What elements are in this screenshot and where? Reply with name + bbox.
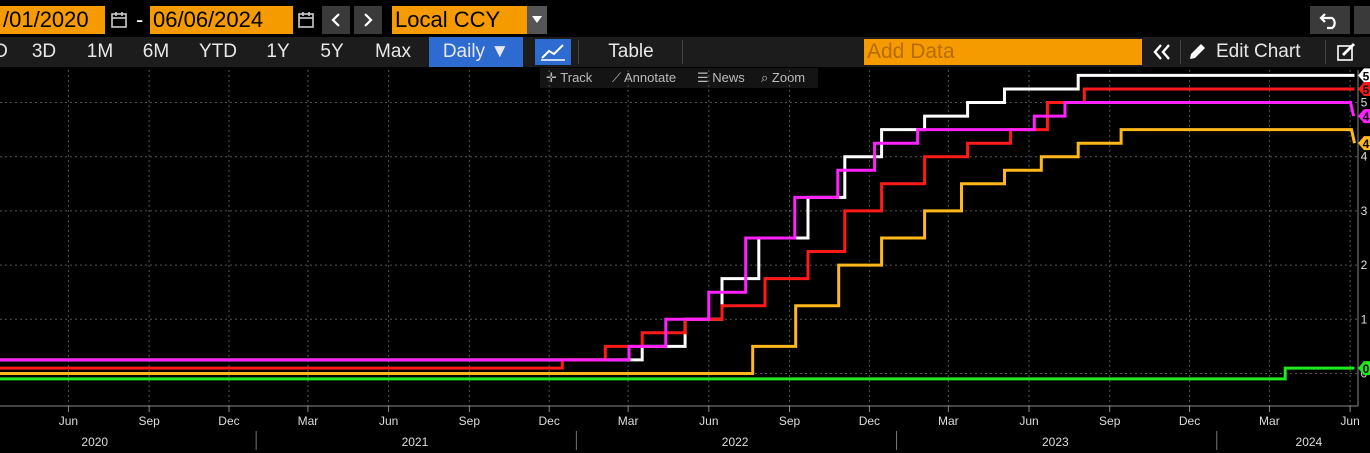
next-period-button[interactable]	[354, 6, 382, 34]
y-tick-label: 1	[1361, 312, 1368, 326]
x-tick-label: Mar	[1259, 414, 1280, 428]
series-line	[0, 101, 1356, 362]
series-line	[0, 128, 1356, 375]
calendar-icon[interactable]	[108, 6, 130, 34]
currency-select[interactable]: Local CCY	[392, 6, 527, 34]
series-end-tag: 4	[1358, 109, 1370, 124]
x-tick-label: Sep	[138, 414, 160, 428]
range-3d-button[interactable]: 3D	[22, 37, 66, 67]
frequency-select[interactable]: Daily ▼	[429, 37, 523, 67]
x-tick-label: Dec	[859, 414, 880, 428]
series-end-tag-label: 5	[1363, 83, 1370, 97]
y-tick-label: 5	[1361, 96, 1368, 110]
series-end-tag-label: 4	[1363, 137, 1370, 151]
series-end-tag: 5	[1358, 68, 1370, 83]
edit-chart-button[interactable]: Edit Chart	[1216, 37, 1320, 67]
year-label: 2024	[1296, 435, 1323, 449]
x-tick-label: Jun	[1340, 414, 1359, 428]
series-end-tag-label: 4	[1363, 110, 1370, 124]
currency-dropdown-icon[interactable]	[527, 6, 547, 34]
series-line	[0, 73, 1355, 362]
year-label: 2021	[402, 435, 429, 449]
collapse-double-chevron-icon[interactable]	[1148, 37, 1176, 67]
date-separator: -	[136, 7, 144, 32]
year-label: 2022	[722, 435, 749, 449]
x-tick-label: Jun	[699, 414, 718, 428]
range-d-button[interactable]: D	[0, 37, 8, 67]
add-data-input[interactable]: Add Data	[864, 39, 1142, 65]
range-1y-button[interactable]: 1Y	[258, 37, 298, 67]
x-tick-label: Dec	[218, 414, 239, 428]
x-tick-label: Dec	[538, 414, 559, 428]
series-end-tag-label: 5	[1363, 69, 1370, 83]
calendar-icon[interactable]	[295, 6, 317, 34]
range-1m-button[interactable]: 1M	[78, 37, 122, 67]
start-date-field[interactable]: /01/2020	[0, 6, 105, 34]
date-toolbar: /01/2020 - 06/06/2024 Local CCY	[0, 0, 1370, 37]
y-tick-label: 4	[1361, 150, 1368, 164]
y-tick-label: 2	[1361, 258, 1368, 272]
series-end-tag-label: 0	[1363, 362, 1370, 376]
window-menu-button[interactable]	[1354, 6, 1370, 34]
year-label: 2020	[81, 435, 108, 449]
prev-period-button[interactable]	[322, 6, 350, 34]
range-max-button[interactable]: Max	[366, 37, 420, 67]
x-tick-label: Sep	[1099, 414, 1121, 428]
table-button[interactable]: Table	[590, 37, 672, 67]
x-tick-label: Sep	[779, 414, 801, 428]
x-tick-label: Sep	[459, 414, 481, 428]
undo-button[interactable]	[1310, 6, 1350, 34]
year-label: 2023	[1042, 435, 1069, 449]
chart-settings-icon[interactable]	[1332, 37, 1360, 67]
x-tick-label: Dec	[1179, 414, 1200, 428]
undo-icon	[1319, 13, 1336, 30]
x-tick-label: Mar	[298, 414, 319, 428]
range-ytd-button[interactable]: YTD	[190, 37, 246, 67]
y-tick-label: 3	[1361, 204, 1368, 218]
x-tick-label: Mar	[938, 414, 959, 428]
x-tick-label: Jun	[59, 414, 78, 428]
range-toolbar: D 3D 1M 6M YTD 1Y 5Y Max Daily ▼ Table A…	[0, 37, 1370, 67]
x-tick-label: Jun	[379, 414, 398, 428]
range-6m-button[interactable]: 6M	[134, 37, 178, 67]
x-tick-label: Mar	[618, 414, 639, 428]
end-date-field[interactable]: 06/06/2024	[150, 6, 293, 34]
range-5y-button[interactable]: 5Y	[311, 37, 353, 67]
x-tick-label: Jun	[1019, 414, 1038, 428]
pencil-icon	[1186, 37, 1208, 67]
rates-chart: 012345JunSepDecMarJunSepDecMarJunSepDecM…	[0, 68, 1370, 450]
line-chart-icon[interactable]	[535, 39, 571, 65]
